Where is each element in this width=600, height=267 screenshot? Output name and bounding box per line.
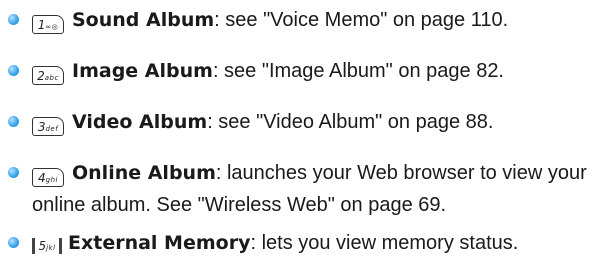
item-line: 3def Video Album: see "Video Album" on pa… (32, 105, 493, 139)
item-description: : see "Video Album" on page 88. (207, 111, 494, 133)
item-description: : lets you view memory status. (250, 232, 519, 254)
item-description: : see "Image Album" on page 82. (212, 60, 504, 82)
bullet-icon (8, 65, 19, 76)
item-line: 4ghi Online Album: launches your Web brow… (32, 156, 587, 190)
keypad-2-icon: 2abc (32, 66, 64, 85)
item-line: 5jkl External Memory: lets you view memor… (32, 226, 518, 260)
item-title: Image Album (72, 60, 213, 82)
item-title: Sound Album (72, 9, 215, 31)
item-line-continued: online album. See "Wireless Web" on page… (32, 194, 447, 216)
keypad-4-icon: 4ghi (32, 168, 64, 187)
bullet-icon (8, 14, 19, 25)
bullet-icon (8, 167, 19, 178)
keypad-3-icon: 3def (32, 117, 64, 136)
item-description: : launches your Web browser to view your (215, 162, 587, 184)
item-description: : see "Voice Memo" on page 110. (214, 9, 509, 31)
bullet-icon (8, 237, 19, 248)
keypad-1-icon: 1∞◎ (32, 15, 64, 34)
item-line: 1∞◎ Sound Album: see "Voice Memo" on page… (32, 3, 508, 37)
item-line: 2abc Image Album: see "Image Album" on pa… (32, 54, 504, 88)
item-title: External Memory (68, 232, 251, 254)
keypad-5-icon: 5jkl (32, 238, 62, 254)
item-title: Video Album (72, 111, 208, 133)
bullet-icon (8, 116, 19, 127)
item-title: Online Album (72, 162, 216, 184)
